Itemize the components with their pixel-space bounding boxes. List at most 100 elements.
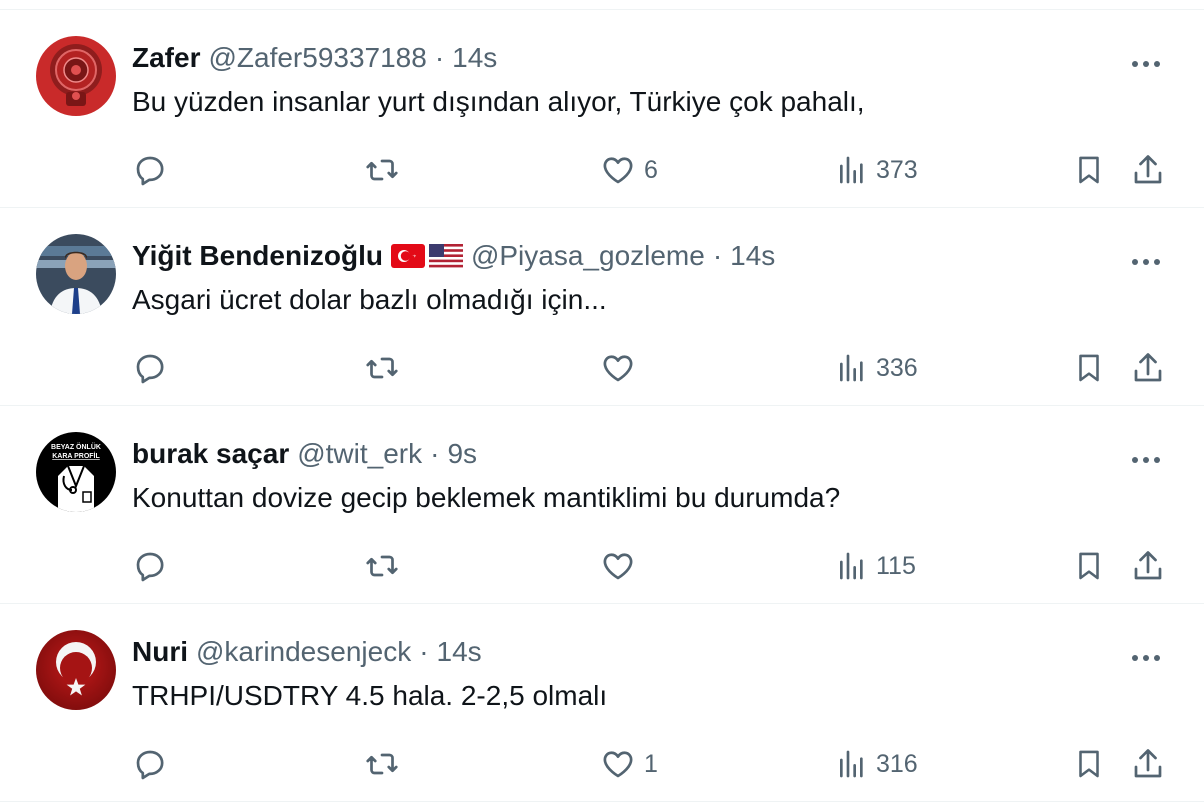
- bookmark-button[interactable]: [1072, 344, 1106, 392]
- display-name[interactable]: burak saçar: [132, 438, 289, 470]
- share-button[interactable]: [1130, 542, 1166, 590]
- like-button[interactable]: [600, 344, 644, 392]
- heart-icon: [603, 157, 633, 184]
- tweet[interactable]: Yiğit Bendenizoğlu @Piyasa_gozleme · 14s…: [0, 208, 1204, 406]
- retweet-button[interactable]: [364, 146, 408, 194]
- reply-icon: [136, 354, 164, 384]
- bookmark-icon: [1079, 354, 1099, 382]
- tweet-header: Yiğit Bendenizoğlu @Piyasa_gozleme · 14s: [132, 236, 775, 276]
- avatar[interactable]: [36, 234, 116, 314]
- timestamp[interactable]: 9s: [447, 438, 477, 470]
- black-coat-avatar-icon: BEYAZ ÖNLÜK KARA PROFİL: [36, 432, 116, 512]
- timestamp[interactable]: 14s: [452, 42, 497, 74]
- views-button[interactable]: 115: [836, 542, 916, 590]
- tweet-text: TRHPI/USDTRY 4.5 hala. 2-2,5 olmalı: [132, 680, 608, 711]
- heart-icon: [603, 553, 633, 580]
- views-button[interactable]: 373: [836, 146, 918, 194]
- display-name[interactable]: Nuri: [132, 636, 188, 668]
- view-count: 316: [876, 749, 918, 778]
- reply-icon: [136, 156, 164, 186]
- views-button[interactable]: 336: [836, 344, 918, 392]
- tweet-text: Konuttan dovize gecip beklemek mantiklim…: [132, 482, 841, 513]
- more-dots-icon: [1132, 457, 1160, 463]
- bookmark-button[interactable]: [1072, 146, 1106, 194]
- tweet-header: Zafer @Zafer59337188 · 14s: [132, 38, 497, 78]
- share-button[interactable]: [1130, 740, 1166, 788]
- retweet-icon: [366, 555, 398, 577]
- views-button[interactable]: 316: [836, 740, 918, 788]
- separator-dot: ·: [430, 438, 440, 469]
- more-options-button[interactable]: [1126, 638, 1166, 678]
- share-icon: [1134, 155, 1162, 184]
- retweet-button[interactable]: [364, 542, 408, 590]
- timestamp[interactable]: 14s: [730, 240, 775, 272]
- reply-button[interactable]: [132, 542, 176, 590]
- user-handle[interactable]: @karindesenjeck: [196, 636, 411, 668]
- tweet[interactable]: Zafer @Zafer59337188 · 14s Bu yüzden ins…: [0, 10, 1204, 208]
- like-count: 1: [644, 749, 658, 778]
- bookmark-icon: [1079, 750, 1099, 778]
- tweet-actions: 115: [0, 542, 1204, 590]
- turkey-flag-icon: [390, 244, 425, 268]
- share-icon: [1134, 353, 1162, 382]
- avatar-text-top: BEYAZ ÖNLÜK: [51, 442, 101, 451]
- retweet-icon: [366, 159, 398, 181]
- more-dots-icon: [1132, 259, 1160, 265]
- tweet-text: Asgari ücret dolar bazlı olmadığı için..…: [132, 284, 607, 315]
- user-handle[interactable]: @Zafer59337188: [208, 42, 426, 74]
- share-button[interactable]: [1130, 146, 1166, 194]
- heart-icon: [603, 751, 633, 778]
- share-icon: [1134, 551, 1162, 580]
- reply-button[interactable]: [132, 344, 176, 392]
- user-handle[interactable]: @twit_erk: [297, 438, 422, 470]
- view-count: 336: [876, 353, 918, 382]
- like-count: 6: [644, 155, 658, 184]
- bookmark-button[interactable]: [1072, 542, 1106, 590]
- views-chart-icon: [840, 156, 863, 184]
- more-options-button[interactable]: [1126, 44, 1166, 84]
- reply-button[interactable]: [132, 740, 176, 788]
- view-count: 373: [876, 155, 918, 184]
- tweet-text: Bu yüzden insanlar yurt dışından alıyor,…: [132, 86, 865, 117]
- retweet-button[interactable]: [364, 740, 408, 788]
- red-mandala-avatar-icon: [36, 36, 116, 116]
- more-options-button[interactable]: [1126, 242, 1166, 282]
- display-name[interactable]: Yiğit Bendenizoğlu: [132, 240, 383, 272]
- heart-icon: [603, 355, 633, 382]
- tweet[interactable]: Nuri @karindesenjeck · 14s TRHPI/USDTRY …: [0, 604, 1204, 802]
- like-button[interactable]: 1: [600, 740, 658, 788]
- more-options-button[interactable]: [1126, 440, 1166, 480]
- avatar[interactable]: BEYAZ ÖNLÜK KARA PROFİL: [36, 432, 116, 512]
- like-button[interactable]: [600, 542, 644, 590]
- bookmark-icon: [1079, 156, 1099, 184]
- share-icon: [1134, 749, 1162, 778]
- reply-icon: [136, 750, 164, 780]
- like-button[interactable]: 6: [600, 146, 658, 194]
- avatar[interactable]: [36, 630, 116, 710]
- more-dots-icon: [1132, 61, 1160, 67]
- tweet-actions: 1 316: [0, 740, 1204, 788]
- crescent-star-avatar-icon: [36, 630, 116, 710]
- user-handle[interactable]: @Piyasa_gozleme: [471, 240, 705, 272]
- avatar[interactable]: [36, 36, 116, 116]
- timestamp[interactable]: 14s: [437, 636, 482, 668]
- tweet-actions: 336: [0, 344, 1204, 392]
- display-name[interactable]: Zafer: [132, 42, 200, 74]
- share-button[interactable]: [1130, 344, 1166, 392]
- flag-emojis: [390, 244, 463, 268]
- tweet-header: Nuri @karindesenjeck · 14s: [132, 632, 482, 672]
- tweet-actions: 6 373: [0, 146, 1204, 194]
- reply-feed: Zafer @Zafer59337188 · 14s Bu yüzden ins…: [0, 0, 1204, 804]
- tweet[interactable]: BEYAZ ÖNLÜK KARA PROFİL burak saçar @twi…: [0, 406, 1204, 604]
- bookmark-button[interactable]: [1072, 740, 1106, 788]
- more-dots-icon: [1132, 655, 1160, 661]
- bookmark-icon: [1079, 552, 1099, 580]
- tweet-header: burak saçar @twit_erk · 9s: [132, 434, 477, 474]
- views-chart-icon: [840, 552, 863, 580]
- reply-button[interactable]: [132, 146, 176, 194]
- separator-dot: ·: [419, 636, 429, 667]
- retweet-button[interactable]: [364, 344, 408, 392]
- retweet-icon: [366, 753, 398, 775]
- separator-dot: ·: [434, 42, 445, 73]
- reply-icon: [136, 552, 164, 582]
